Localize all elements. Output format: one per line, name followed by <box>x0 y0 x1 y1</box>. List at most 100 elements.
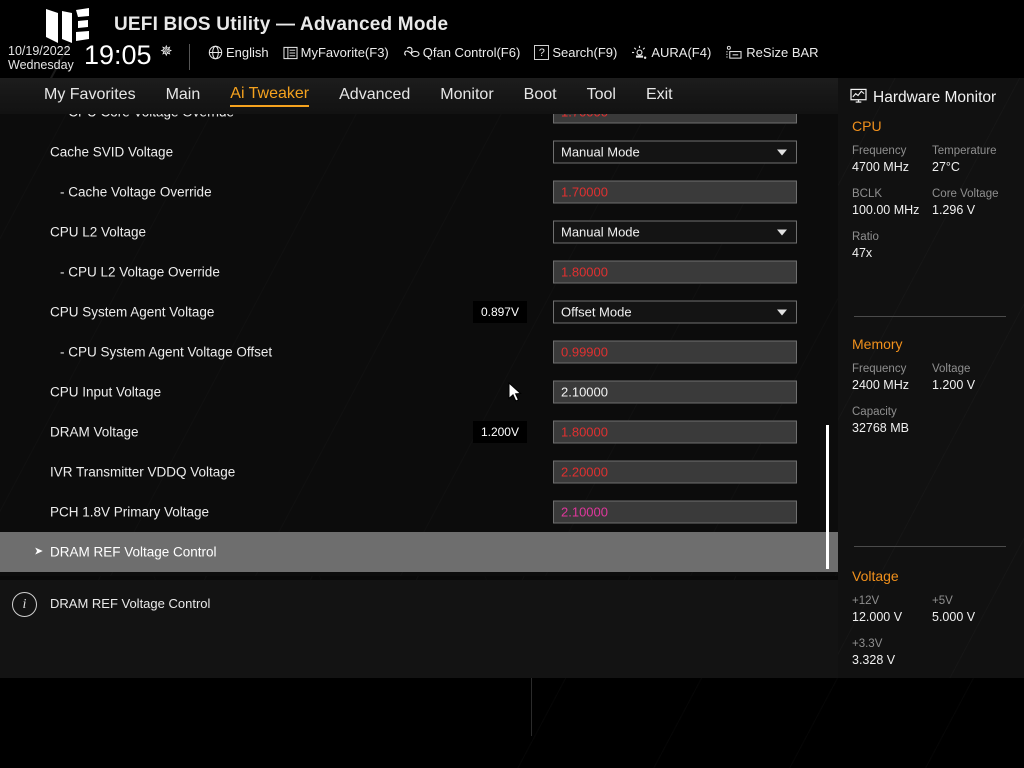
settings-value-input[interactable]: 1.70000 <box>553 181 797 204</box>
hwmon-section-memory: Memory Frequency2400 MHzVoltage1.200 V Cap… <box>852 336 1012 448</box>
fan-icon <box>403 45 420 60</box>
settings-value-input[interactable]: 1.80000 <box>553 261 797 284</box>
settings-dropdown[interactable]: Offset Mode <box>553 301 797 324</box>
header-item-resize-bar[interactable]: ReSize BAR <box>725 45 818 60</box>
hwmon-divider <box>854 316 1006 317</box>
tab-monitor[interactable]: Monitor <box>440 86 493 106</box>
chevron-right-icon: ➤ <box>34 547 43 558</box>
scrollbar-thumb[interactable] <box>826 425 829 569</box>
settings-value-input[interactable]: 1.70000 <box>553 114 797 124</box>
settings-row[interactable]: - CPU System Agent Voltage Offset0.99900 <box>0 332 838 372</box>
settings-value-text: Manual Mode <box>554 225 640 240</box>
hwmon-entry-key: +3.3V <box>852 637 1012 652</box>
hwmon-entry-value: 100.00 MHz <box>852 202 932 219</box>
current-voltage-badge: 0.897V <box>473 301 527 323</box>
tab-ai-tweaker[interactable]: Ai Tweaker <box>230 85 309 107</box>
settings-value-input[interactable]: 2.10000 <box>553 381 797 404</box>
settings-value-input[interactable]: 1.80000 <box>553 421 797 444</box>
settings-row-label: IVR Transmitter VDDQ Voltage <box>50 465 235 480</box>
aura-light-icon <box>631 45 648 60</box>
tab-main[interactable]: Main <box>166 86 201 106</box>
settings-row[interactable]: PCH 1.8V Primary Voltage2.10000 <box>0 492 838 532</box>
tab-tool[interactable]: Tool <box>587 86 616 106</box>
chevron-down-icon <box>777 309 787 315</box>
settings-value-text: 1.70000 <box>554 185 608 200</box>
hwmon-entry-value: 32768 MB <box>852 420 1012 437</box>
settings-value-input[interactable]: 2.10000 <box>553 501 797 524</box>
hwmon-entry: Voltage1.200 V <box>932 362 1012 394</box>
info-icon: i <box>12 592 37 617</box>
settings-row[interactable]: - Cache Voltage Override1.70000 <box>0 172 838 212</box>
settings-row[interactable]: Cache SVID Voltage Manual Mode <box>0 132 838 172</box>
hwmon-entry-grid: Frequency2400 MHzVoltage1.200 V Capacity3… <box>852 362 1012 448</box>
settings-submenu-row[interactable]: ➤DRAM REF Voltage Control <box>0 532 838 572</box>
header-item-label: AURA(F4) <box>651 45 711 60</box>
hwmon-entry: Temperature27°C <box>932 144 1012 176</box>
footer-divider-left <box>531 678 532 736</box>
tab-my-favorites[interactable]: My Favorites <box>44 86 136 106</box>
hwmon-entry-key: +5V <box>932 594 1012 609</box>
settings-value-text: 2.10000 <box>554 385 608 400</box>
settings-value-text: Offset Mode <box>554 305 632 320</box>
hwmon-section-title: Memory <box>852 336 1012 352</box>
hwmon-section-title: CPU <box>852 118 1012 134</box>
mouse-cursor <box>508 382 524 404</box>
hardware-monitor-label: Hardware Monitor <box>873 89 996 107</box>
settings-row[interactable]: IVR Transmitter VDDQ Voltage 2.20000 <box>0 452 838 492</box>
header-item-search[interactable]: ? Search(F9) <box>534 45 617 60</box>
hwmon-section-title: Voltage <box>852 568 1012 584</box>
settings-dropdown[interactable]: Manual Mode <box>553 221 797 244</box>
settings-row[interactable]: CPU L2 Voltage Manual Mode <box>0 212 838 252</box>
settings-row-label: CPU System Agent Voltage <box>50 305 214 320</box>
hwmon-entry-key: Ratio <box>852 230 1012 245</box>
hwmon-entry: Frequency2400 MHz <box>852 362 932 394</box>
header-item-english[interactable]: English <box>208 45 269 60</box>
settings-row-label: CPU Input Voltage <box>50 385 161 400</box>
settings-value-text: 2.20000 <box>554 465 608 480</box>
hwmon-entry-value: 12.000 V <box>852 609 932 626</box>
hwmon-entry: BCLK100.00 MHz <box>852 187 932 219</box>
settings-row[interactable]: CPU System Agent Voltage 0.897V Offset Mod… <box>0 292 838 332</box>
settings-row-label: Cache SVID Voltage <box>50 145 173 160</box>
header-item-label: MyFavorite(F3) <box>301 45 389 60</box>
header-item-label: English <box>226 45 269 60</box>
hwmon-entry: +12V12.000 V <box>852 594 932 626</box>
hwmon-entry-value: 3.328 V <box>852 652 1012 669</box>
header-item-qfan-control[interactable]: Qfan Control(F6) <box>403 45 521 60</box>
hwmon-entry-key: Capacity <box>852 405 1012 420</box>
hwmon-entry-value: 2400 MHz <box>852 377 932 394</box>
tab-boot[interactable]: Boot <box>524 86 557 106</box>
settings-row-label: CPU L2 Voltage <box>50 225 146 240</box>
list-icon <box>283 46 298 60</box>
settings-row[interactable]: DRAM Voltage1.200V1.80000 <box>0 412 838 452</box>
settings-value-text: 1.80000 <box>554 265 608 280</box>
monitor-icon <box>850 88 867 108</box>
settings-value-input[interactable]: 2.20000 <box>553 461 797 484</box>
weekday-value: Wednesday <box>8 58 74 72</box>
hwmon-entry-key: Core Voltage <box>932 187 1012 202</box>
header-item-myfavorite[interactable]: MyFavorite(F3) <box>283 45 389 60</box>
settings-value-input[interactable]: 0.99900 <box>553 341 797 364</box>
header-item-label: Search(F9) <box>552 45 617 60</box>
settings-row[interactable]: - CPU Core Voltage Override1.70000 <box>0 114 838 132</box>
tab-advanced[interactable]: Advanced <box>339 86 410 106</box>
hwmon-section-cpu: CPU Frequency4700 MHzTemperature27°CBCLK1… <box>852 118 1012 273</box>
settings-row[interactable]: CPU Input Voltage 2.10000 <box>0 372 838 412</box>
settings-value-text: Manual Mode <box>554 145 640 160</box>
hwmon-entry-value: 4700 MHz <box>852 159 932 176</box>
gear-icon[interactable]: ✵ <box>160 42 173 60</box>
settings-row-list: - CPU Core Voltage Override1.70000Cache … <box>0 114 838 572</box>
chevron-down-icon <box>777 229 787 235</box>
settings-row-label: - CPU L2 Voltage Override <box>60 265 220 280</box>
date-display: 10/19/2022 Wednesday <box>8 44 74 72</box>
hwmon-entry: Core Voltage1.296 V <box>932 187 1012 219</box>
current-voltage-badge: 1.200V <box>473 421 527 443</box>
settings-dropdown[interactable]: Manual Mode <box>553 141 797 164</box>
header-item-label: Qfan Control(F6) <box>423 45 521 60</box>
clock-display: 19:05 <box>84 40 152 70</box>
settings-value-text: 0.99900 <box>554 345 608 360</box>
tab-exit[interactable]: Exit <box>646 86 673 106</box>
settings-row[interactable]: - CPU L2 Voltage Override 1.80000 <box>0 252 838 292</box>
header-item-aura[interactable]: AURA(F4) <box>631 45 711 60</box>
hwmon-entry-key: Frequency <box>852 144 932 159</box>
